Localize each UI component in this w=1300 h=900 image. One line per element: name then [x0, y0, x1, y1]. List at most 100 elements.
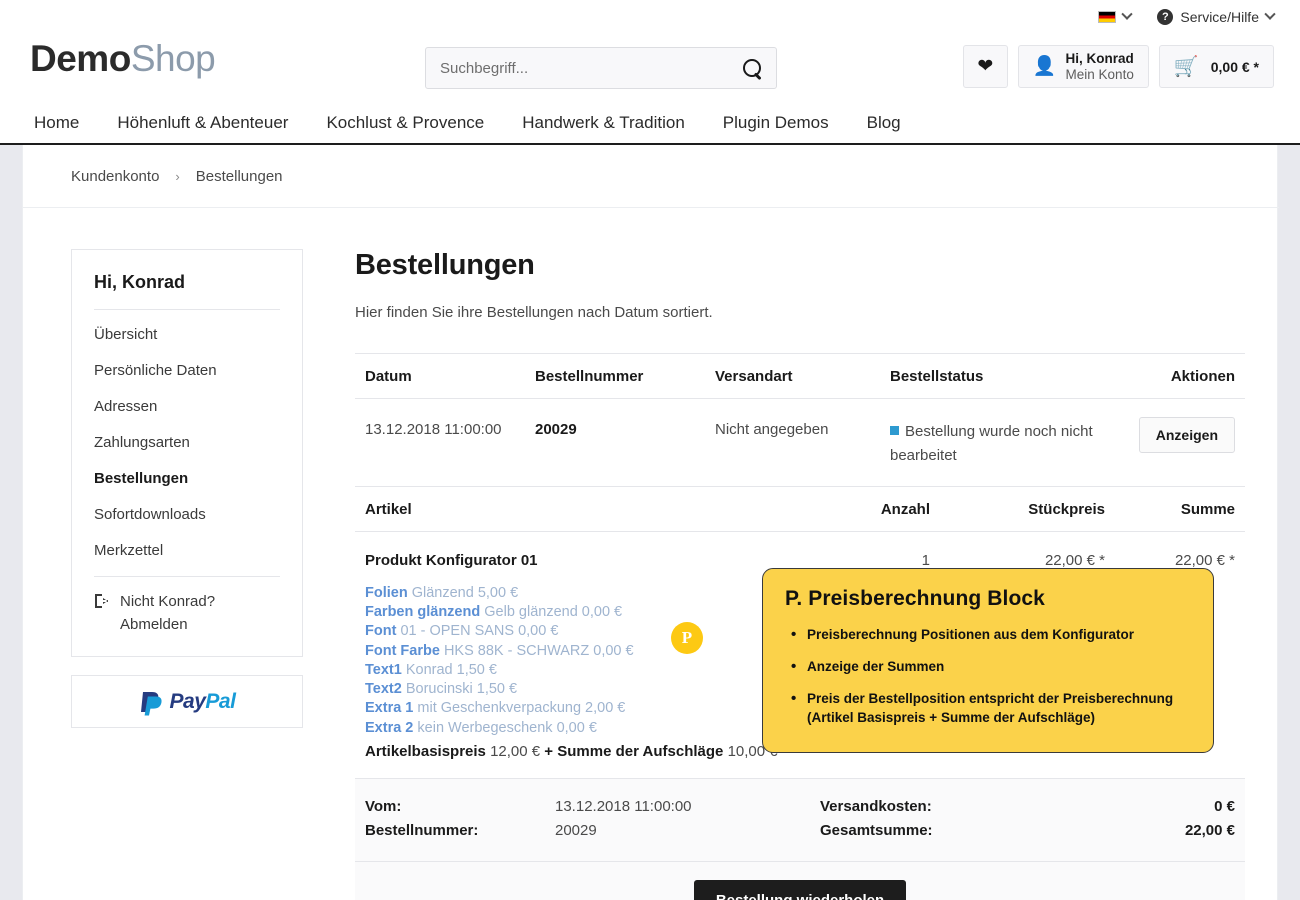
cart-button[interactable]: 🛒 0,00 € *	[1158, 45, 1274, 88]
callout-bullet-list: Preisberechnung Positionen aus dem Konfi…	[785, 624, 1191, 728]
language-switcher[interactable]	[1098, 8, 1134, 23]
breadcrumb-root[interactable]: Kundenkonto	[71, 168, 159, 185]
breadcrumb-separator-icon: ›	[175, 168, 180, 184]
nav-item-blog[interactable]: Blog	[848, 101, 920, 144]
config-value: mit Geschenkverpackung 2,00 €	[417, 700, 626, 717]
summary-row-gesamtsumme: Gesamtsumme: 22,00 €	[820, 819, 1235, 843]
config-value: Konrad 1,50 €	[405, 661, 497, 678]
col-header-bestellnummer: Bestellnummer	[535, 367, 644, 385]
nav-item-kochlust[interactable]: Kochlust & Provence	[307, 101, 503, 144]
service-help-label: Service/Hilfe	[1180, 9, 1259, 25]
summary-label-versandkosten: Versandkosten:	[820, 797, 932, 815]
paypal-icon	[140, 691, 162, 715]
header-actions: ❤ 👤 Hi, Konrad Mein Konto 🛒 0,00 € *	[962, 45, 1274, 88]
nav-item-hoehenluft[interactable]: Höhenluft & Abenteuer	[98, 101, 307, 144]
nav-item-plugin-demos[interactable]: Plugin Demos	[704, 101, 848, 144]
site-logo[interactable]: DemoShop	[30, 38, 216, 80]
page-root: ? Service/Hilfe DemoShop ❤ 👤 Hi, Konr	[0, 0, 1300, 900]
order-actions: Anzeigen	[1120, 417, 1245, 453]
sidebar-item-bestellungen[interactable]: Bestellungen	[94, 460, 280, 496]
config-value: Glänzend 5,00 €	[411, 585, 519, 601]
config-value: kein Werbegeschenk 0,00 €	[417, 719, 597, 736]
repeat-order-area: Bestellung wiederholen	[355, 860, 1245, 900]
article-quantity: 1	[921, 552, 930, 569]
summary-value-vom: 13.12.2018 11:00:00	[555, 797, 692, 815]
logout-action: Abmelden	[120, 615, 188, 633]
nav-item-home[interactable]: Home	[30, 101, 98, 144]
article-name: Produkt Konfigurator 01	[365, 552, 538, 569]
config-key: Text2	[365, 681, 402, 698]
logout-question: Nicht Konrad?	[120, 593, 216, 610]
logo-light-part: Shop	[130, 38, 216, 79]
config-value: HKS 88K - SCHWARZ 0,00 €	[443, 642, 634, 659]
account-button[interactable]: 👤 Hi, Konrad Mein Konto	[1017, 45, 1149, 88]
user-icon: 👤	[1032, 56, 1057, 77]
summary-row-bestellnummer: Bestellnummer: 20029	[365, 819, 820, 843]
show-order-button[interactable]: Anzeigen	[1138, 417, 1235, 453]
price-calculation-badge-icon: P	[671, 622, 703, 654]
surcharge-label: Summe der Aufschläge	[557, 742, 724, 760]
config-key: Folien	[365, 585, 408, 601]
sidebar-item-sofortdownloads[interactable]: Sofortdownloads	[94, 496, 280, 532]
summary-label-vom: Vom:	[365, 797, 402, 815]
chevron-down-icon	[1264, 8, 1276, 20]
order-summary: Vom: 13.12.2018 11:00:00 Bestellnummer: …	[355, 777, 1245, 861]
nav-item-handwerk[interactable]: Handwerk & Tradition	[503, 101, 704, 144]
orders-table-header-row: Datum Bestellnummer Versandart Bestellst…	[355, 354, 1245, 399]
logout-icon	[94, 593, 111, 614]
sidebar-item-merkzettel[interactable]: Merkzettel	[94, 532, 280, 568]
page-subtitle: Hier finden Sie ihre Bestellungen nach D…	[355, 304, 713, 321]
summary-value-bestellnummer: 20029	[555, 821, 597, 839]
question-mark-icon: ?	[1157, 9, 1174, 25]
breadcrumb-current[interactable]: Bestellungen	[196, 168, 283, 185]
heart-icon: ❤	[977, 56, 994, 77]
col-header-summe: Summe	[1180, 500, 1235, 518]
sidebar-item-zahlungsarten[interactable]: Zahlungsarten	[94, 424, 280, 460]
search-icon	[743, 59, 761, 77]
order-date: 13.12.2018 11:00:00	[365, 421, 502, 438]
content-container: Kundenkonto › Bestellungen Hi, Konrad Üb…	[22, 145, 1279, 900]
total-plus-sign: +	[544, 742, 554, 760]
order-summary-left: Vom: 13.12.2018 11:00:00 Bestellnummer: …	[365, 795, 820, 843]
account-name: Hi, Konrad	[1065, 50, 1134, 66]
summary-label-bestellnummer: Bestellnummer:	[365, 821, 479, 839]
config-key: Farben glänzend	[365, 604, 481, 621]
config-key: Extra 2	[365, 719, 414, 736]
order-status-text: Bestellung wurde noch nicht bearbeitet	[890, 423, 1093, 464]
service-help-menu[interactable]: ? Service/Hilfe	[1157, 8, 1276, 25]
callout-title: P. Preisberechnung Block	[785, 587, 1045, 610]
col-header-bestellstatus: Bestellstatus	[890, 367, 984, 385]
sidebar-card: Hi, Konrad Übersicht Persönliche Daten A…	[71, 249, 303, 657]
german-flag-icon	[1098, 11, 1117, 23]
top-utility-bar: ? Service/Hilfe	[0, 0, 1300, 34]
search-box[interactable]	[425, 47, 777, 89]
order-summary-right: Versandkosten: 0 € Gesamtsumme: 22,00 €	[820, 795, 1235, 843]
main-navigation: Home Höhenluft & Abenteuer Kochlust & Pr…	[0, 102, 1300, 145]
article-unit-price: 22,00 € *	[1044, 552, 1105, 569]
logout-link[interactable]: Nicht Konrad? Abmelden	[94, 581, 280, 636]
annotation-callout: P. Preisberechnung Block Preisberechnung…	[762, 568, 1214, 753]
summary-row-vom: Vom: 13.12.2018 11:00:00	[365, 795, 820, 819]
col-header-aktionen: Aktionen	[1170, 367, 1235, 385]
summary-row-versandkosten: Versandkosten: 0 €	[820, 795, 1235, 819]
config-value: Gelb glänzend 0,00 €	[484, 604, 623, 621]
repeat-order-button[interactable]: Bestellung wiederholen	[693, 879, 907, 900]
table-row: 13.12.2018 11:00:00 20029 Nicht angegebe…	[355, 399, 1245, 487]
sidebar-item-uebersicht[interactable]: Übersicht	[94, 316, 280, 352]
col-header-anzahl: Anzahl	[880, 500, 930, 518]
paypal-text-dark: Pay	[169, 689, 206, 713]
col-header-stueckpreis: Stückpreis	[1028, 500, 1105, 518]
summary-value-versandkosten: 0 €	[1214, 797, 1235, 815]
order-number: 20029	[535, 421, 577, 438]
sidebar-item-persoenliche-daten[interactable]: Persönliche Daten	[94, 352, 280, 388]
article-table-header-row: Artikel Anzahl Stückpreis Summe	[355, 487, 1245, 532]
logo-bold-part: Demo	[30, 38, 131, 79]
callout-bullet: Preis der Bestellposition entspricht der…	[785, 688, 1191, 727]
search-input[interactable]	[426, 59, 728, 77]
sidebar-item-adressen[interactable]: Adressen	[94, 388, 280, 424]
sidebar-divider	[94, 309, 280, 310]
sidebar-greeting: Hi, Konrad	[94, 272, 186, 292]
paypal-text-light: Pal	[205, 689, 236, 713]
wishlist-button[interactable]: ❤	[962, 45, 1008, 88]
search-submit-button[interactable]	[728, 48, 776, 88]
